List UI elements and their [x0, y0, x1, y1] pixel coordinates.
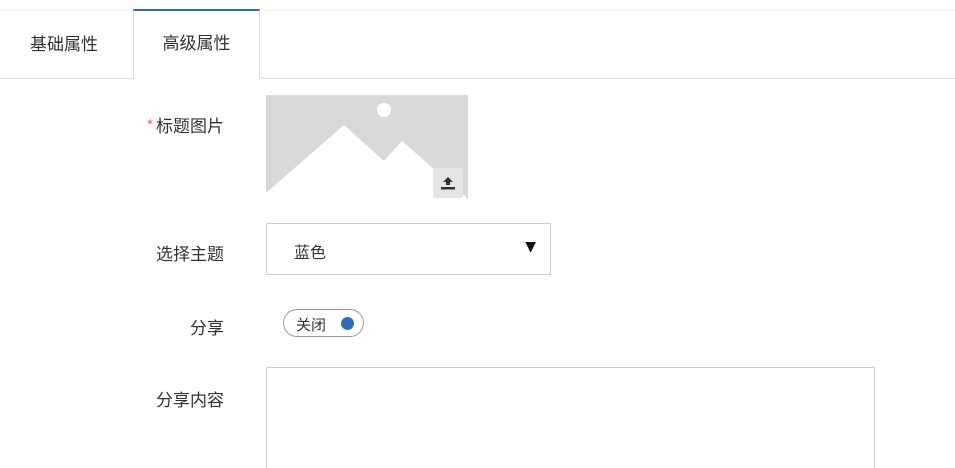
title-image-label-row: * 标题图片	[84, 112, 224, 137]
share-label: 分享	[190, 319, 224, 339]
share-content-label: 分享内容	[156, 391, 224, 411]
share-content-textarea[interactable]	[266, 367, 875, 468]
upload-icon[interactable]	[433, 168, 463, 198]
theme-select-value: 蓝色	[294, 243, 327, 262]
theme-select[interactable]: 蓝色 ▼	[266, 223, 551, 275]
dropdown-arrow-icon: ▼	[525, 239, 536, 255]
required-star: *	[147, 117, 153, 131]
share-toggle-text: 关闭	[296, 316, 327, 334]
tab-basic-properties[interactable]: 基础属性	[0, 11, 128, 78]
share-toggle[interactable]: 关闭	[283, 309, 364, 337]
tab-advanced-properties[interactable]: 高级属性	[133, 9, 260, 79]
theme-label: 选择主题	[156, 245, 224, 265]
title-image-label: 标题图片	[156, 117, 224, 137]
toggle-knob	[341, 317, 354, 330]
page: 基础属性 高级属性 * 标题图片 选择主题 蓝色 ▼ 分享 关闭 分享内容	[0, 0, 955, 468]
